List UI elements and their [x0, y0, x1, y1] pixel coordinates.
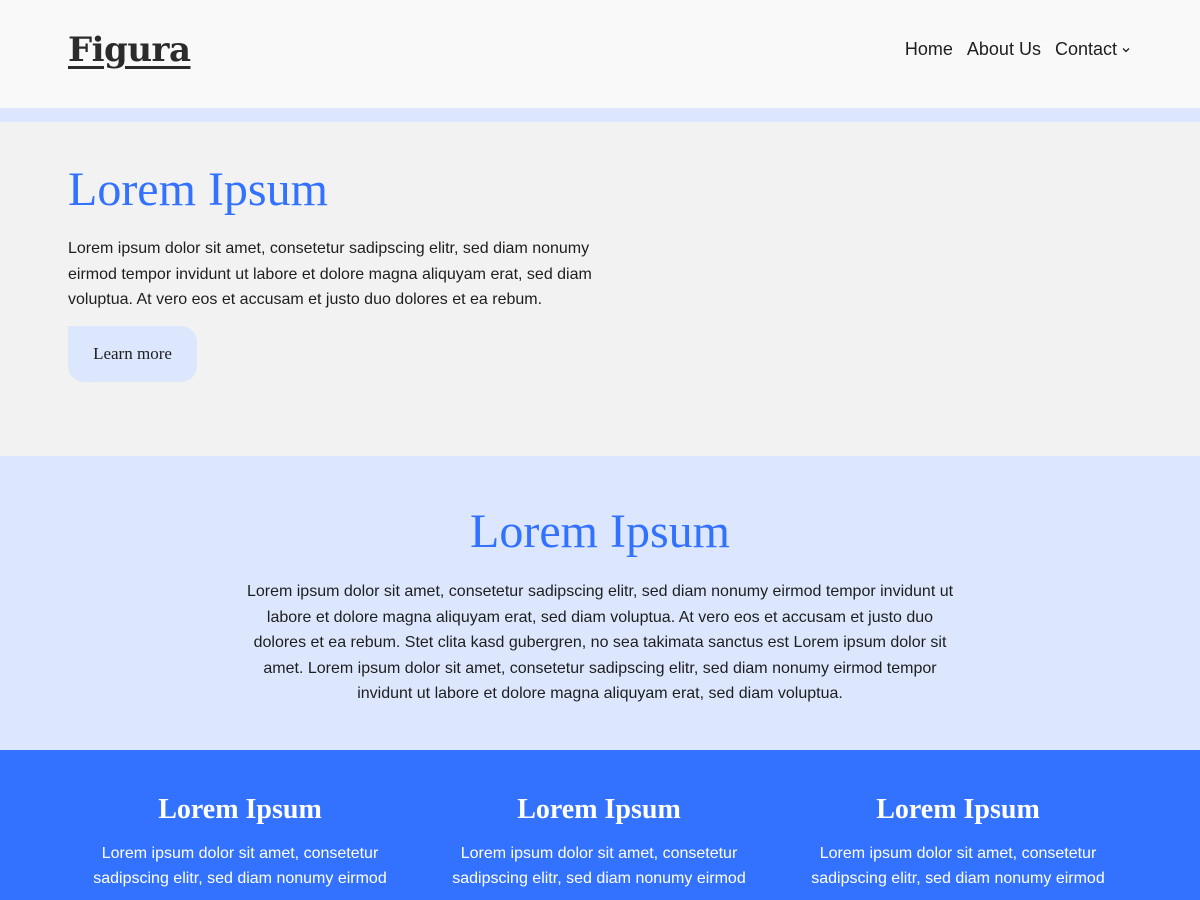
feature-title: Lorem Ipsum — [517, 794, 681, 825]
chevron-down-icon — [1122, 47, 1130, 52]
hero-title: Lorem Ipsum — [68, 163, 328, 216]
feature-text: Lorem ipsum dolor sit amet, consetetur s… — [811, 845, 1105, 887]
site-logo[interactable]: Figura — [68, 30, 191, 70]
features-section: Lorem Ipsum Lorem ipsum dolor sit amet, … — [0, 750, 1200, 900]
hero-section: Lorem Ipsum Lorem ipsum dolor sit amet, … — [0, 122, 1200, 456]
intro-section: Lorem Ipsum Lorem ipsum dolor sit amet, … — [0, 456, 1200, 750]
intro-text: Lorem ipsum dolor sit amet, consetetur s… — [246, 583, 954, 702]
hero-text: Lorem ipsum dolor sit amet, consetetur s… — [68, 240, 592, 308]
site-header: Figura Home About Us Contact — [0, 0, 1200, 108]
main-nav: Home About Us Contact — [905, 39, 1132, 60]
feature-column: Lorem Ipsum Lorem ipsum dolor sit amet, … — [429, 750, 769, 891]
learn-more-button[interactable]: Learn more — [68, 326, 197, 382]
feature-text: Lorem ipsum dolor sit amet, consetetur s… — [452, 845, 746, 887]
feature-title: Lorem Ipsum — [876, 794, 1040, 825]
feature-column: Lorem Ipsum Lorem ipsum dolor sit amet, … — [70, 750, 410, 891]
feature-title: Lorem Ipsum — [158, 794, 322, 825]
feature-text: Lorem ipsum dolor sit amet, consetetur s… — [93, 845, 387, 887]
nav-item-about-us[interactable]: About Us — [967, 39, 1041, 60]
nav-item-contact[interactable]: Contact — [1055, 39, 1132, 60]
nav-item-home[interactable]: Home — [905, 39, 953, 60]
feature-column: Lorem Ipsum Lorem ipsum dolor sit amet, … — [788, 750, 1128, 891]
nav-item-contact-label: Contact — [1054, 39, 1117, 59]
intro-title: Lorem Ipsum — [470, 505, 730, 558]
header-divider-strip — [0, 108, 1200, 122]
